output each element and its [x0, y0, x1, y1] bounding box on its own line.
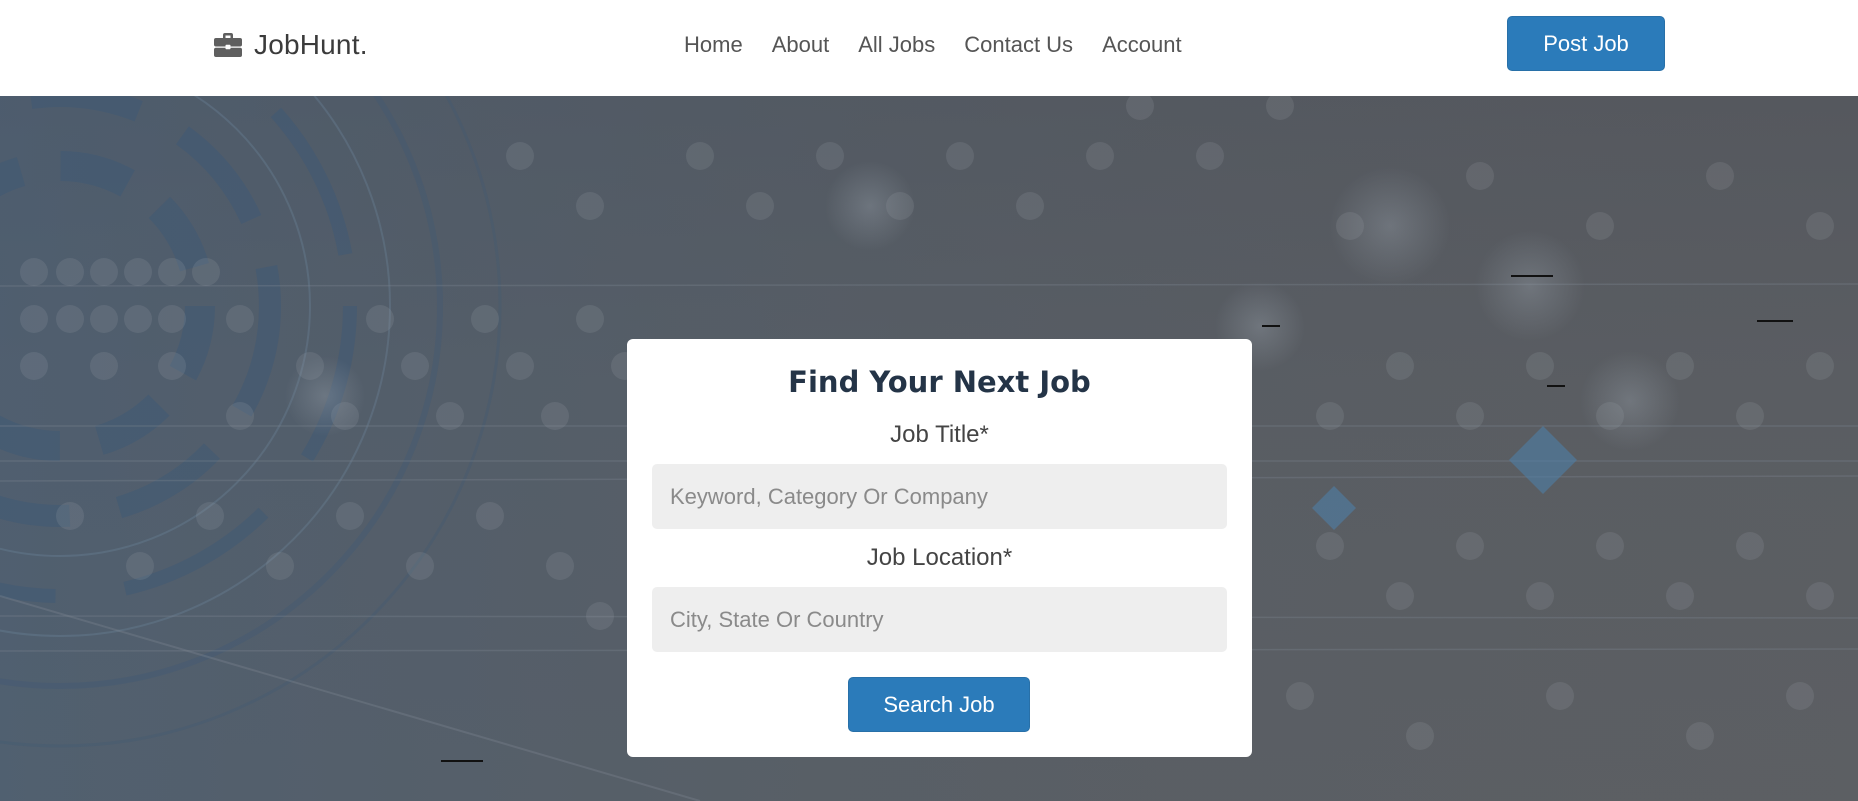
job-location-input[interactable] — [652, 587, 1227, 652]
job-title-label: Job Title* — [890, 421, 989, 448]
main-nav: Home About All Jobs Contact Us Account — [684, 28, 1182, 62]
brand-logo-link[interactable]: JobHunt. — [213, 26, 368, 64]
nav-link-about[interactable]: About — [772, 32, 830, 58]
nav-link-contact-us[interactable]: Contact Us — [964, 32, 1073, 58]
job-title-input[interactable] — [652, 464, 1227, 529]
nav-link-account[interactable]: Account — [1102, 32, 1182, 58]
top-navbar: JobHunt. Home About All Jobs Contact Us … — [0, 0, 1858, 96]
post-job-button[interactable]: Post Job — [1507, 16, 1665, 71]
nav-link-home[interactable]: Home — [684, 32, 743, 58]
hero-section: Find Your Next Job Job Title* Job Locati… — [0, 96, 1858, 801]
job-location-label: Job Location* — [866, 544, 1013, 571]
briefcase-icon — [213, 32, 243, 58]
nav-link-all-jobs[interactable]: All Jobs — [858, 32, 935, 58]
brand-name: JobHunt. — [254, 29, 368, 60]
job-search-card: Find Your Next Job Job Title* Job Locati… — [627, 339, 1252, 757]
search-card-title: Find Your Next Job — [788, 365, 1091, 399]
search-job-button[interactable]: Search Job — [848, 677, 1030, 732]
